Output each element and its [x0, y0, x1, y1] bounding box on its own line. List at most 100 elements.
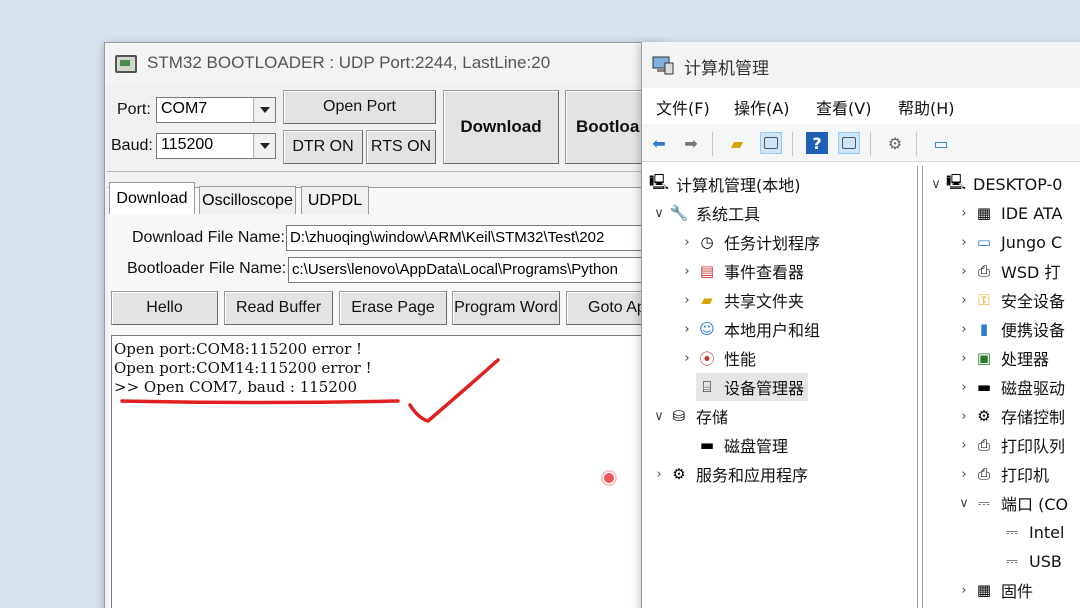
tree-item-label: 系统工具: [696, 205, 761, 224]
back-arrow-icon[interactable]: ⬅: [648, 132, 670, 154]
tree-item-label: 存储控制: [1001, 408, 1066, 427]
download-button[interactable]: Download: [443, 90, 559, 164]
chevron-down-icon[interactable]: ∨: [927, 177, 945, 192]
bootloader-file-field[interactable]: c:\Users\lenovo\AppData\Local\Programs\P…: [288, 257, 646, 283]
tree-item-device-manager[interactable]: ⌸ 设备管理器: [696, 373, 809, 401]
chevron-right-icon[interactable]: ›: [955, 206, 973, 221]
device-category-ide[interactable]: › ▦ IDE ATA: [955, 199, 1062, 227]
tree-item-label: DESKTOP-0: [973, 174, 1063, 194]
tree-item-computer-management[interactable]: 🖳 计算机管理(本地): [648, 170, 801, 198]
menu-help[interactable]: 帮助(H): [898, 95, 955, 119]
menu-action[interactable]: 操作(A): [734, 95, 789, 119]
program-word-button[interactable]: Program Word: [452, 291, 560, 325]
tab-download[interactable]: Download: [109, 182, 195, 214]
printer-icon: ⎙: [977, 465, 990, 483]
tree-item-local-users[interactable]: › ☺ 本地用户和组: [678, 315, 820, 343]
tree-item-label: WSD 打: [1001, 263, 1061, 282]
tree-item-desktop[interactable]: ∨ 🖳 DESKTOP-0: [927, 170, 1062, 198]
device-category-firmware[interactable]: › ▦ 固件: [955, 576, 1033, 604]
device-category-print-queue[interactable]: › ⎙ 打印队列: [955, 431, 1065, 459]
download-file-field[interactable]: D:\zhuoqing\window\ARM\Keil\STM32\Test\2…: [286, 225, 646, 251]
port-select[interactable]: COM7: [156, 97, 276, 123]
device-port-usb[interactable]: ⎓ USB: [1001, 547, 1062, 575]
chevron-right-icon[interactable]: ›: [955, 583, 973, 598]
open-port-button[interactable]: Open Port: [283, 90, 436, 124]
chevron-down-icon[interactable]: ∨: [650, 206, 668, 221]
tree-item-shared-folders[interactable]: › ▰ 共享文件夹: [678, 286, 804, 314]
dtr-button[interactable]: DTR ON: [283, 130, 363, 164]
output-console[interactable]: Open port:COM8:115200 error ! Open port:…: [111, 335, 651, 608]
erase-page-button[interactable]: Erase Page: [339, 291, 447, 325]
device-category-portable[interactable]: › ▮ 便携设备: [955, 315, 1065, 343]
app-window-icon: [115, 55, 137, 73]
read-buffer-button[interactable]: Read Buffer: [224, 291, 333, 325]
device-category-printer[interactable]: › ⎙ 打印机: [955, 460, 1049, 488]
tree-item-performance[interactable]: › ⦿ 性能: [678, 344, 756, 372]
baud-label: Baud:: [111, 137, 153, 154]
tree-item-event-viewer[interactable]: › ▤ 事件查看器: [678, 257, 804, 285]
chevron-right-icon[interactable]: ›: [650, 467, 668, 482]
cm-titlebar[interactable]: 计算机管理: [642, 42, 1080, 88]
menu-file[interactable]: 文件(F): [656, 95, 710, 119]
menu-view[interactable]: 查看(V): [816, 95, 871, 119]
chevron-right-icon[interactable]: ›: [955, 293, 973, 308]
printer-icon: ⎙: [977, 262, 990, 280]
chevron-right-icon[interactable]: ›: [678, 322, 696, 337]
event-viewer-icon: ▤: [699, 262, 715, 280]
device-category-processor[interactable]: › ▣ 处理器: [955, 344, 1049, 372]
portable-device-icon: ▮: [979, 320, 989, 338]
tree-item-services-apps[interactable]: › ⚙ 服务和应用程序: [650, 460, 808, 488]
device-category-jungo[interactable]: › ▭ Jungo C: [955, 228, 1062, 256]
device-category-ports[interactable]: ∨ ⎓ 端口 (CO: [955, 489, 1068, 517]
chevron-right-icon[interactable]: ›: [955, 467, 973, 482]
storage-controller-icon: ⚙: [977, 407, 991, 425]
forward-arrow-icon[interactable]: ➡: [680, 132, 702, 154]
help-icon[interactable]: ?: [806, 132, 828, 154]
monitor-icon[interactable]: ▭: [930, 132, 952, 154]
chevron-right-icon[interactable]: ›: [955, 351, 973, 366]
chevron-right-icon[interactable]: ›: [955, 409, 973, 424]
tree-item-label: 磁盘管理: [724, 437, 789, 456]
rts-button[interactable]: RTS ON: [366, 130, 436, 164]
device-port-intel[interactable]: ⎓ Intel: [1001, 518, 1064, 546]
stm-titlebar[interactable]: STM32 BOOTLOADER : UDP Port:2244, LastLi…: [105, 43, 663, 85]
tree-item-disk-management[interactable]: ▬ 磁盘管理: [696, 431, 788, 459]
device-category-security[interactable]: › ⚿ 安全设备: [955, 286, 1065, 314]
chevron-right-icon[interactable]: ›: [955, 235, 973, 250]
tree-item-system-tools[interactable]: ∨ 🔧 系统工具: [650, 199, 760, 227]
device-category-disk[interactable]: › ▬ 磁盘驱动: [955, 373, 1065, 401]
baud-select[interactable]: 115200: [156, 133, 276, 159]
chevron-down-icon[interactable]: ∨: [650, 409, 668, 424]
tree-item-label: 共享文件夹: [724, 292, 805, 311]
chevron-down-icon[interactable]: ∨: [955, 496, 973, 511]
chevron-right-icon[interactable]: ›: [678, 293, 696, 308]
tab-udpdl[interactable]: UDPDL: [301, 186, 369, 214]
chevron-right-icon[interactable]: ›: [678, 351, 696, 366]
show-hide-tree-icon[interactable]: [760, 132, 782, 154]
properties-view-icon[interactable]: [838, 132, 860, 154]
stm-window-title: STM32 BOOTLOADER : UDP Port:2244, LastLi…: [147, 53, 551, 72]
tree-item-storage[interactable]: ∨ ⛁ 存储: [650, 402, 728, 430]
up-folder-icon[interactable]: ▰: [726, 132, 748, 154]
tree-item-task-scheduler[interactable]: › ◷ 任务计划程序: [678, 228, 820, 256]
stm32-bootloader-window: STM32 BOOTLOADER : UDP Port:2244, LastLi…: [104, 42, 664, 608]
chevron-down-icon[interactable]: [253, 134, 275, 158]
chevron-right-icon[interactable]: ›: [955, 264, 973, 279]
tab-oscilloscope[interactable]: Oscilloscope: [199, 186, 296, 214]
chevron-right-icon[interactable]: ›: [955, 322, 973, 337]
baud-value: 115200: [161, 136, 214, 153]
device-category-wsd[interactable]: › ⎙ WSD 打: [955, 257, 1060, 285]
chevron-right-icon[interactable]: ›: [955, 438, 973, 453]
chevron-down-icon[interactable]: [253, 98, 275, 122]
device-category-storage-controller[interactable]: › ⚙ 存储控制: [955, 402, 1065, 430]
scan-hardware-icon[interactable]: ⚙: [884, 132, 906, 154]
chevron-right-icon[interactable]: ›: [678, 264, 696, 279]
port-label: Port:: [117, 101, 151, 118]
port-value: COM7: [161, 100, 208, 117]
toolbar-separator: [792, 132, 793, 156]
chevron-right-icon[interactable]: ›: [678, 235, 696, 250]
hello-button[interactable]: Hello: [111, 291, 218, 325]
chevron-right-icon[interactable]: ›: [955, 380, 973, 395]
storage-icon: ⛁: [672, 407, 686, 425]
tree-item-label: 服务和应用程序: [696, 466, 809, 485]
